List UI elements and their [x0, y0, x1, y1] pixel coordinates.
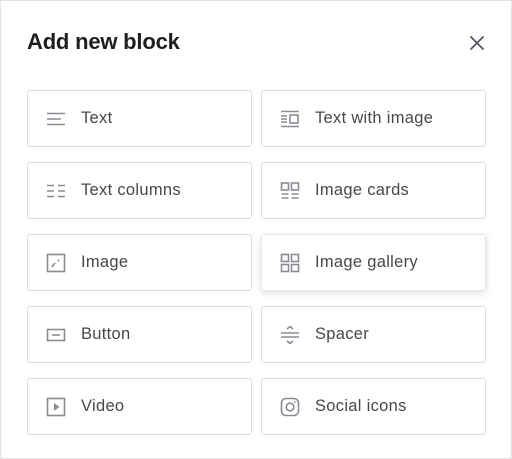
text-icon	[46, 109, 66, 129]
block-label: Text columns	[81, 181, 181, 199]
button-icon	[46, 325, 66, 345]
block-label: Spacer	[315, 325, 370, 343]
block-label: Video	[81, 397, 125, 415]
block-label: Social icons	[315, 397, 407, 415]
block-grid: Text Text with image Text columns Image …	[27, 90, 486, 435]
block-text-columns[interactable]: Text columns	[27, 162, 252, 219]
close-icon[interactable]	[465, 31, 489, 55]
block-label: Text with image	[315, 109, 434, 127]
block-text-with-image[interactable]: Text with image	[261, 90, 486, 147]
block-video[interactable]: Video	[27, 378, 252, 435]
spacer-icon	[280, 324, 300, 345]
block-label: Text	[81, 109, 113, 127]
image-icon	[46, 253, 66, 273]
text-with-image-icon	[280, 109, 300, 129]
block-button[interactable]: Button	[27, 306, 252, 363]
add-block-dialog: Add new block Text Text with image Text …	[0, 0, 512, 459]
image-gallery-icon	[280, 253, 300, 273]
block-label: Button	[81, 325, 131, 343]
video-icon	[46, 397, 66, 417]
block-label: Image cards	[315, 181, 410, 199]
block-spacer[interactable]: Spacer	[261, 306, 486, 363]
image-cards-icon	[280, 181, 300, 201]
text-columns-icon	[46, 181, 66, 201]
dialog-title: Add new block	[27, 29, 180, 54]
block-label: Image	[81, 253, 129, 271]
block-image-cards[interactable]: Image cards	[261, 162, 486, 219]
social-icons-icon	[280, 397, 300, 417]
block-text[interactable]: Text	[27, 90, 252, 147]
block-image[interactable]: Image	[27, 234, 252, 291]
block-social-icons[interactable]: Social icons	[261, 378, 486, 435]
block-image-gallery[interactable]: Image gallery	[261, 234, 486, 291]
block-label: Image gallery	[315, 253, 418, 271]
